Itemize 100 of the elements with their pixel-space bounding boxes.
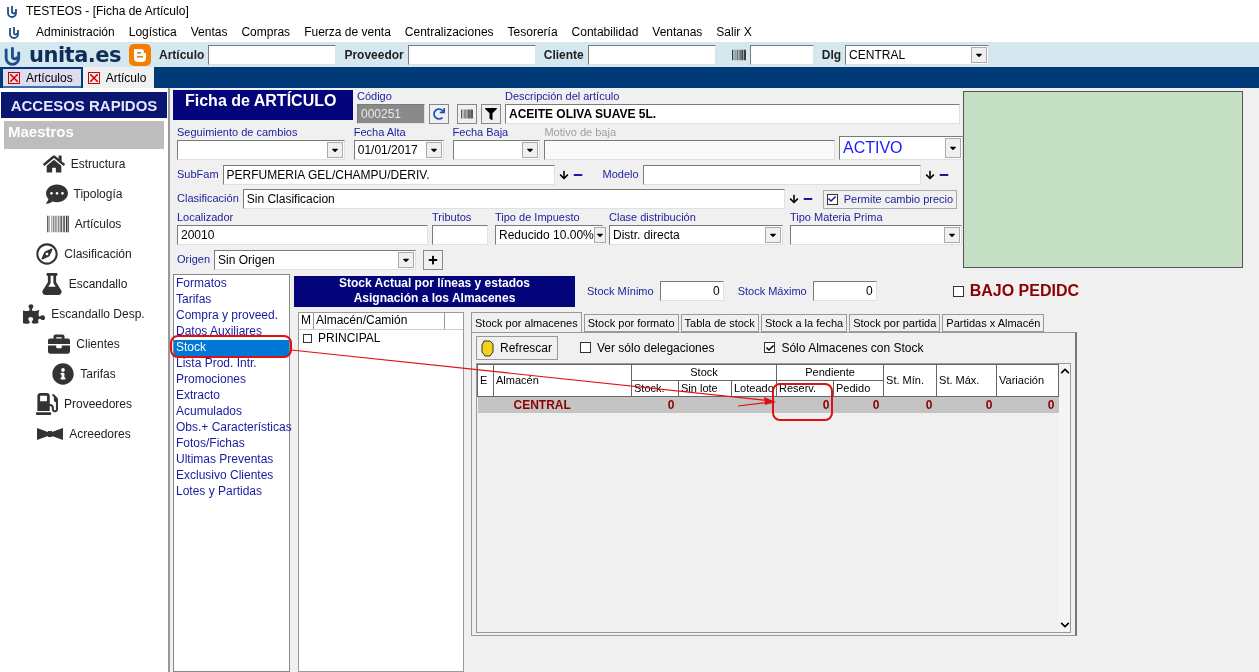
tab[interactable]: Tabla de stock — [680, 314, 759, 332]
text-field[interactable]: 0 — [659, 281, 724, 301]
section-item[interactable]: Ultimas Preventas — [174, 452, 289, 468]
tab[interactable]: Stock por formato — [583, 314, 679, 332]
tab[interactable]: Stock por almacenes — [471, 312, 582, 332]
section-item[interactable]: Stock — [174, 340, 289, 356]
refresh-button[interactable]: Refrescar — [476, 335, 558, 360]
status-dropdown[interactable]: ACTIVO — [839, 136, 963, 160]
dropdown[interactable] — [790, 225, 962, 245]
blog-icon — [129, 43, 152, 66]
shortcut-item[interactable]: Artículos — [46, 209, 122, 239]
warehouse-name: PRINCIPAL — [318, 331, 381, 345]
text-field[interactable]: ACEITE OLIVA SUAVE 5L. — [505, 104, 960, 124]
down-arrow-icon[interactable] — [924, 170, 935, 180]
scroll-up-icon[interactable] — [1059, 366, 1070, 376]
dropdown[interactable]: Reducido 10.00% — [495, 225, 603, 245]
column-header: M — [299, 313, 314, 329]
dropdown[interactable] — [452, 140, 541, 160]
text-field[interactable]: 0 — [812, 281, 877, 301]
shortcut-item[interactable]: Estructura — [42, 149, 126, 179]
text-field[interactable] — [749, 44, 814, 65]
caret-icon — [971, 46, 988, 63]
text-field[interactable] — [208, 44, 337, 65]
caret-icon — [326, 142, 343, 158]
menu-item[interactable]: Logística — [128, 25, 177, 39]
text-field[interactable]: PERFUMERIA GEL/CHAMPU/DERIV. — [222, 165, 555, 185]
caret-icon — [765, 227, 781, 243]
section-item[interactable]: Datos Auxiliares — [174, 324, 289, 340]
checkbox[interactable] — [580, 342, 591, 353]
menu-item[interactable]: Salir X — [716, 25, 752, 39]
section-item[interactable]: Lotes y Partidas — [174, 484, 289, 500]
tab[interactable]: Stock a la fecha — [760, 314, 848, 332]
section-item[interactable]: Formatos — [174, 276, 289, 292]
menu-item[interactable]: Administración — [36, 25, 115, 39]
scroll-down-icon[interactable] — [1059, 620, 1070, 630]
funnel-icon[interactable] — [481, 104, 501, 124]
flask-icon — [40, 273, 63, 295]
field-label: Origen — [177, 253, 211, 267]
section-item[interactable]: Promociones — [174, 372, 289, 388]
section-item[interactable]: Exclusivo Clientes — [174, 468, 289, 484]
shortcut-item[interactable]: Clientes — [48, 329, 120, 359]
field-label: Modelo — [602, 168, 639, 182]
shortcut-item[interactable]: Clasificación — [36, 239, 132, 269]
document-tab[interactable]: Artículos — [3, 69, 81, 88]
text-field[interactable]: 20010 — [177, 225, 428, 245]
tab[interactable]: Stock por partida — [849, 314, 941, 332]
text-field[interactable] — [432, 225, 488, 245]
field-label: Clasificación — [177, 192, 239, 206]
section-item[interactable]: Tarifas — [174, 292, 289, 308]
plus-icon[interactable] — [423, 250, 444, 270]
caret-icon — [593, 227, 606, 243]
down-arrow-icon[interactable] — [558, 170, 569, 180]
logo: unita.es — [29, 42, 122, 67]
shortcut-item[interactable]: Escandallo Desp. — [23, 299, 145, 329]
menu-item[interactable]: Tesorería — [507, 25, 558, 39]
barcode-icon[interactable] — [457, 104, 477, 124]
field-label: SubFam — [177, 168, 219, 182]
section-item[interactable]: Lista Prod. Intr. — [174, 356, 289, 372]
down-arrow-icon[interactable] — [788, 194, 799, 204]
shortcut-item[interactable]: Proveedores — [35, 389, 132, 419]
dropdown[interactable] — [177, 140, 345, 160]
close-icon[interactable] — [87, 71, 100, 84]
dropdown[interactable]: CENTRAL — [845, 44, 990, 65]
section-item[interactable]: Acumulados — [174, 404, 289, 420]
dropdown[interactable]: Distr. directa — [609, 225, 783, 245]
column-header: Almacén/Camión — [314, 313, 445, 329]
shortcut-item[interactable]: Acreedores — [37, 419, 131, 449]
section-item[interactable]: Compra y proveed. — [174, 308, 289, 324]
menu-item[interactable]: Fuerza de venta — [304, 25, 391, 39]
text-field[interactable] — [642, 165, 921, 185]
checkbox[interactable] — [952, 285, 964, 297]
menu-item[interactable]: Ventas — [190, 25, 228, 39]
menu-item[interactable]: Compras — [241, 25, 291, 39]
checkbox[interactable] — [764, 342, 776, 353]
shortcut-item[interactable]: Tarifas — [52, 359, 116, 389]
section-item[interactable]: Fotos/Fichas — [174, 436, 289, 452]
barcode-icon — [731, 47, 746, 62]
check-icon — [828, 195, 837, 203]
text-field[interactable]: Sin Clasificacion — [242, 189, 785, 209]
text-field[interactable] — [587, 44, 716, 65]
field-label: Stock Mínimo — [587, 285, 654, 297]
column-header: Almacén — [493, 364, 632, 397]
menu-item[interactable]: Centralizaciones — [404, 25, 494, 39]
scrollbar[interactable] — [1059, 364, 1070, 632]
section-item[interactable]: Extracto — [174, 388, 289, 404]
shortcut-item[interactable]: Escandallo — [40, 269, 128, 299]
checkbox[interactable] — [303, 333, 312, 343]
logo-icon — [8, 25, 22, 39]
dropdown[interactable]: 01/01/2017 — [353, 140, 444, 160]
tab[interactable]: Partidas x Almacén — [942, 314, 1045, 332]
redo-icon[interactable] — [429, 104, 449, 124]
document-tab[interactable]: Artículo — [82, 67, 155, 88]
close-icon[interactable] — [8, 71, 20, 84]
price-change-checkbox[interactable]: Permite cambio precio — [822, 189, 958, 209]
shortcut-item[interactable]: Tipología — [45, 179, 123, 209]
menu-item[interactable]: Ventanas — [652, 25, 703, 39]
dropdown[interactable]: Sin Origen — [214, 250, 417, 270]
text-field[interactable] — [407, 44, 536, 65]
menu-item[interactable]: Contabilidad — [571, 25, 639, 39]
info-coin-icon — [52, 363, 75, 385]
